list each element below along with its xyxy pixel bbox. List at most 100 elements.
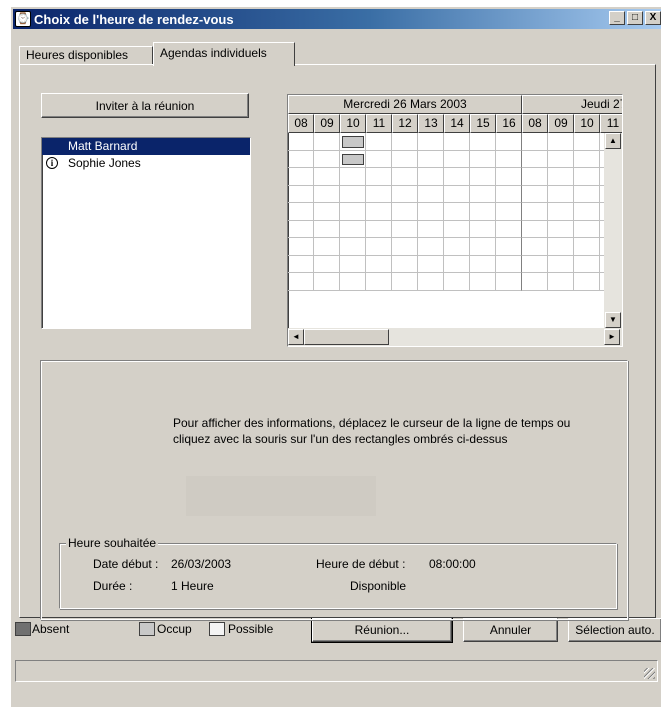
schedule-cell[interactable] — [444, 255, 470, 273]
schedule-cell[interactable] — [444, 150, 470, 168]
schedule-cell[interactable] — [470, 168, 496, 186]
schedule-cell[interactable] — [574, 273, 600, 291]
schedule-cell[interactable] — [340, 185, 366, 203]
selection-auto-button[interactable]: Sélection auto. — [568, 618, 661, 642]
schedule-cell[interactable] — [522, 273, 548, 291]
schedule-cell[interactable] — [366, 238, 392, 256]
schedule-cell[interactable] — [392, 255, 418, 273]
schedule-cell[interactable] — [496, 133, 522, 151]
schedule-cell[interactable] — [470, 273, 496, 291]
scroll-left-button[interactable]: ◄ — [288, 329, 304, 345]
schedule-cell[interactable] — [392, 168, 418, 186]
schedule-cell[interactable] — [574, 255, 600, 273]
schedule-cell[interactable] — [392, 150, 418, 168]
scroll-up-button[interactable]: ▲ — [605, 133, 621, 149]
resize-grip-icon[interactable] — [644, 668, 655, 679]
schedule-cell[interactable] — [366, 255, 392, 273]
schedule-cell[interactable] — [548, 185, 574, 203]
schedule-cell[interactable] — [314, 255, 340, 273]
schedule-grid[interactable]: Mercredi 26 Mars 2003 Jeudi 27 08 09 10 11 12 1… — [287, 94, 623, 347]
schedule-cell[interactable] — [444, 133, 470, 151]
schedule-cell[interactable] — [444, 168, 470, 186]
schedule-cell[interactable] — [392, 220, 418, 238]
schedule-cell[interactable] — [366, 273, 392, 291]
schedule-cell[interactable] — [522, 133, 548, 151]
schedule-cell[interactable] — [366, 185, 392, 203]
schedule-cell[interactable] — [418, 220, 444, 238]
schedule-cell[interactable] — [288, 150, 314, 168]
close-button[interactable]: X — [645, 11, 661, 25]
vertical-scrollbar[interactable]: ▲ ▼ — [604, 133, 622, 328]
schedule-cell[interactable] — [418, 238, 444, 256]
schedule-cell[interactable] — [418, 168, 444, 186]
schedule-cell[interactable] — [444, 220, 470, 238]
schedule-cell[interactable] — [470, 203, 496, 221]
schedule-cell[interactable] — [522, 255, 548, 273]
list-item-attendee[interactable]: i Sophie Jones — [42, 155, 250, 172]
schedule-cell[interactable] — [470, 133, 496, 151]
schedule-cell[interactable] — [522, 185, 548, 203]
schedule-cell[interactable] — [288, 203, 314, 221]
scroll-right-button[interactable]: ► — [604, 329, 620, 345]
schedule-cell[interactable] — [496, 168, 522, 186]
schedule-cell[interactable] — [574, 220, 600, 238]
schedule-cell[interactable] — [522, 220, 548, 238]
schedule-cell[interactable] — [496, 150, 522, 168]
schedule-cell[interactable] — [366, 220, 392, 238]
schedule-cell[interactable] — [314, 185, 340, 203]
schedule-cell[interactable] — [418, 203, 444, 221]
schedule-cell[interactable] — [340, 168, 366, 186]
schedule-cell[interactable] — [340, 238, 366, 256]
schedule-cell[interactable] — [314, 273, 340, 291]
schedule-cell[interactable] — [496, 185, 522, 203]
schedule-cell[interactable] — [548, 273, 574, 291]
invite-button[interactable]: Inviter à la réunion — [41, 93, 249, 118]
schedule-cell[interactable] — [392, 185, 418, 203]
schedule-cell[interactable] — [314, 133, 340, 151]
schedule-cell[interactable] — [574, 168, 600, 186]
schedule-cell[interactable] — [444, 273, 470, 291]
schedule-cell[interactable] — [314, 203, 340, 221]
schedule-cell[interactable] — [366, 150, 392, 168]
schedule-cell[interactable] — [548, 168, 574, 186]
schedule-cell[interactable] — [574, 133, 600, 151]
schedule-cell[interactable] — [522, 168, 548, 186]
schedule-cell[interactable] — [522, 203, 548, 221]
list-item-attendee[interactable]: Matt Barnard — [42, 138, 250, 155]
schedule-cell[interactable] — [340, 203, 366, 221]
schedule-cell[interactable] — [522, 150, 548, 168]
schedule-cell[interactable] — [314, 238, 340, 256]
horizontal-scrollbar[interactable]: ◄ ► — [288, 328, 622, 346]
schedule-cell[interactable] — [574, 238, 600, 256]
schedule-cell[interactable] — [340, 220, 366, 238]
schedule-cell[interactable] — [548, 203, 574, 221]
schedule-cell[interactable] — [288, 273, 314, 291]
schedule-cell[interactable] — [470, 238, 496, 256]
schedule-cell[interactable] — [470, 220, 496, 238]
schedule-cell[interactable] — [314, 150, 340, 168]
schedule-cell[interactable] — [340, 255, 366, 273]
maximize-button[interactable]: □ — [627, 11, 643, 25]
annuler-button[interactable]: Annuler — [463, 618, 558, 642]
tab-agendas-individuels[interactable]: Agendas individuels — [153, 42, 295, 66]
minimize-button[interactable]: _ — [609, 11, 625, 25]
attendee-list[interactable]: Matt Barnard i Sophie Jones — [41, 137, 251, 329]
schedule-cell[interactable] — [496, 203, 522, 221]
schedule-cell[interactable] — [288, 238, 314, 256]
schedule-cell[interactable] — [496, 238, 522, 256]
schedule-cell[interactable] — [366, 168, 392, 186]
schedule-cell[interactable] — [340, 273, 366, 291]
schedule-cell[interactable] — [314, 168, 340, 186]
schedule-cell[interactable] — [496, 220, 522, 238]
tab-heures-disponibles[interactable]: Heures disponibles — [19, 46, 153, 65]
schedule-cell[interactable] — [418, 185, 444, 203]
reunion-button[interactable]: Réunion... — [311, 617, 453, 643]
schedule-cell[interactable] — [444, 203, 470, 221]
schedule-cell[interactable] — [392, 273, 418, 291]
schedule-cell[interactable] — [496, 273, 522, 291]
scroll-down-button[interactable]: ▼ — [605, 312, 621, 328]
schedule-cell[interactable] — [522, 238, 548, 256]
schedule-cell[interactable] — [418, 273, 444, 291]
schedule-cell[interactable] — [392, 238, 418, 256]
schedule-cell[interactable] — [548, 238, 574, 256]
